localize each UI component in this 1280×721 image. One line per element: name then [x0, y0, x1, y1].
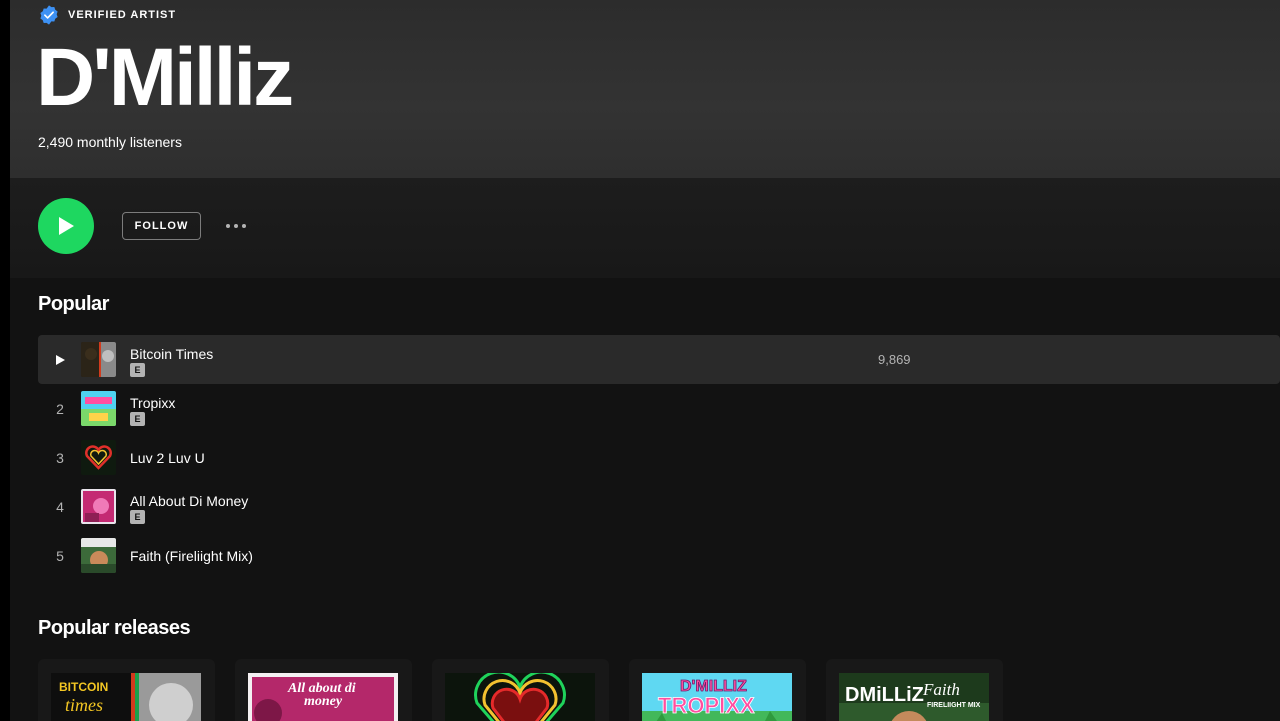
track-row[interactable]: 2 Tropixx E: [38, 384, 1280, 433]
play-icon: [56, 354, 65, 365]
explicit-badge: E: [130, 363, 145, 377]
svg-text:FIRELIIGHT MIX: FIRELIIGHT MIX: [927, 702, 981, 709]
play-button[interactable]: [38, 198, 94, 254]
release-card[interactable]: DMiLLiZ Faith FIRELIIGHT MIX: [826, 659, 1003, 721]
monthly-listeners: 2,490 monthly listeners: [38, 134, 182, 150]
track-cover-image: [81, 391, 116, 426]
action-bar: FOLLOW: [10, 178, 1280, 278]
track-play-button[interactable]: [38, 335, 82, 384]
release-cover-image: DMiLLiZ Faith FIRELIIGHT MIX: [839, 673, 989, 721]
track-title[interactable]: Bitcoin Times: [130, 346, 213, 362]
track-number: 4: [56, 498, 64, 515]
popular-heading: Popular: [38, 293, 109, 315]
track-row[interactable]: 3 Luv 2 Luv U: [38, 433, 1280, 482]
track-title[interactable]: Luv 2 Luv U: [130, 450, 205, 466]
release-cover-image: [445, 673, 595, 721]
track-cover-image: [81, 342, 116, 377]
explicit-badge: E: [130, 412, 145, 426]
svg-text:BITCOIN: BITCOIN: [59, 680, 108, 694]
track-number: 5: [56, 547, 64, 564]
track-title[interactable]: Faith (Fireliight Mix): [130, 548, 253, 564]
verified-check-icon: [38, 4, 60, 26]
explicit-badge: E: [130, 510, 145, 524]
track-title[interactable]: All About Di Money: [130, 493, 248, 509]
track-cover-image: [81, 538, 116, 573]
release-card[interactable]: D'MILLIZ TROPIXX: [629, 659, 806, 721]
track-row[interactable]: 5 Faith (Fireliight Mix): [38, 531, 1280, 580]
release-card[interactable]: All about di money: [235, 659, 412, 721]
track-number: 3: [56, 449, 64, 466]
release-cover-image: D'MILLIZ TROPIXX: [642, 673, 792, 721]
more-options-button[interactable]: [220, 216, 252, 236]
artist-name: D'Milliz: [36, 32, 294, 123]
release-cover-image: BITCOIN times: [51, 673, 201, 721]
verified-badge: VERIFIED ARTIST: [38, 4, 176, 26]
sidebar-edge: [0, 0, 10, 721]
track-cover-image: [81, 489, 116, 524]
svg-text:Faith: Faith: [922, 680, 960, 699]
svg-text:DMiLLiZ: DMiLLiZ: [845, 684, 924, 706]
svg-text:TROPIXX: TROPIXX: [658, 693, 755, 718]
verified-label: VERIFIED ARTIST: [68, 9, 177, 21]
artist-header: VERIFIED ARTIST D'Milliz 2,490 monthly l…: [10, 0, 1280, 178]
track-cover-image: [81, 440, 116, 475]
track-number: 2: [56, 400, 64, 417]
release-cover-image: All about di money: [248, 673, 398, 721]
track-play-count: 9,869: [878, 352, 911, 367]
svg-text:times: times: [65, 695, 103, 715]
release-card[interactable]: [432, 659, 609, 721]
popular-releases-heading: Popular releases: [38, 617, 191, 639]
play-icon: [59, 217, 74, 235]
track-title[interactable]: Tropixx: [130, 395, 175, 411]
svg-text:money: money: [304, 694, 343, 709]
popular-releases-row: BITCOIN times All about di money D'MILLI…: [38, 659, 1003, 721]
popular-track-list: Bitcoin Times E 9,869 2 Tropixx E 3 Luv …: [38, 335, 1280, 580]
follow-button[interactable]: FOLLOW: [122, 212, 201, 240]
release-card[interactable]: BITCOIN times: [38, 659, 215, 721]
track-row[interactable]: Bitcoin Times E 9,869: [38, 335, 1280, 384]
track-row[interactable]: 4 All About Di Money E: [38, 482, 1280, 531]
more-options-icon: [226, 224, 246, 228]
